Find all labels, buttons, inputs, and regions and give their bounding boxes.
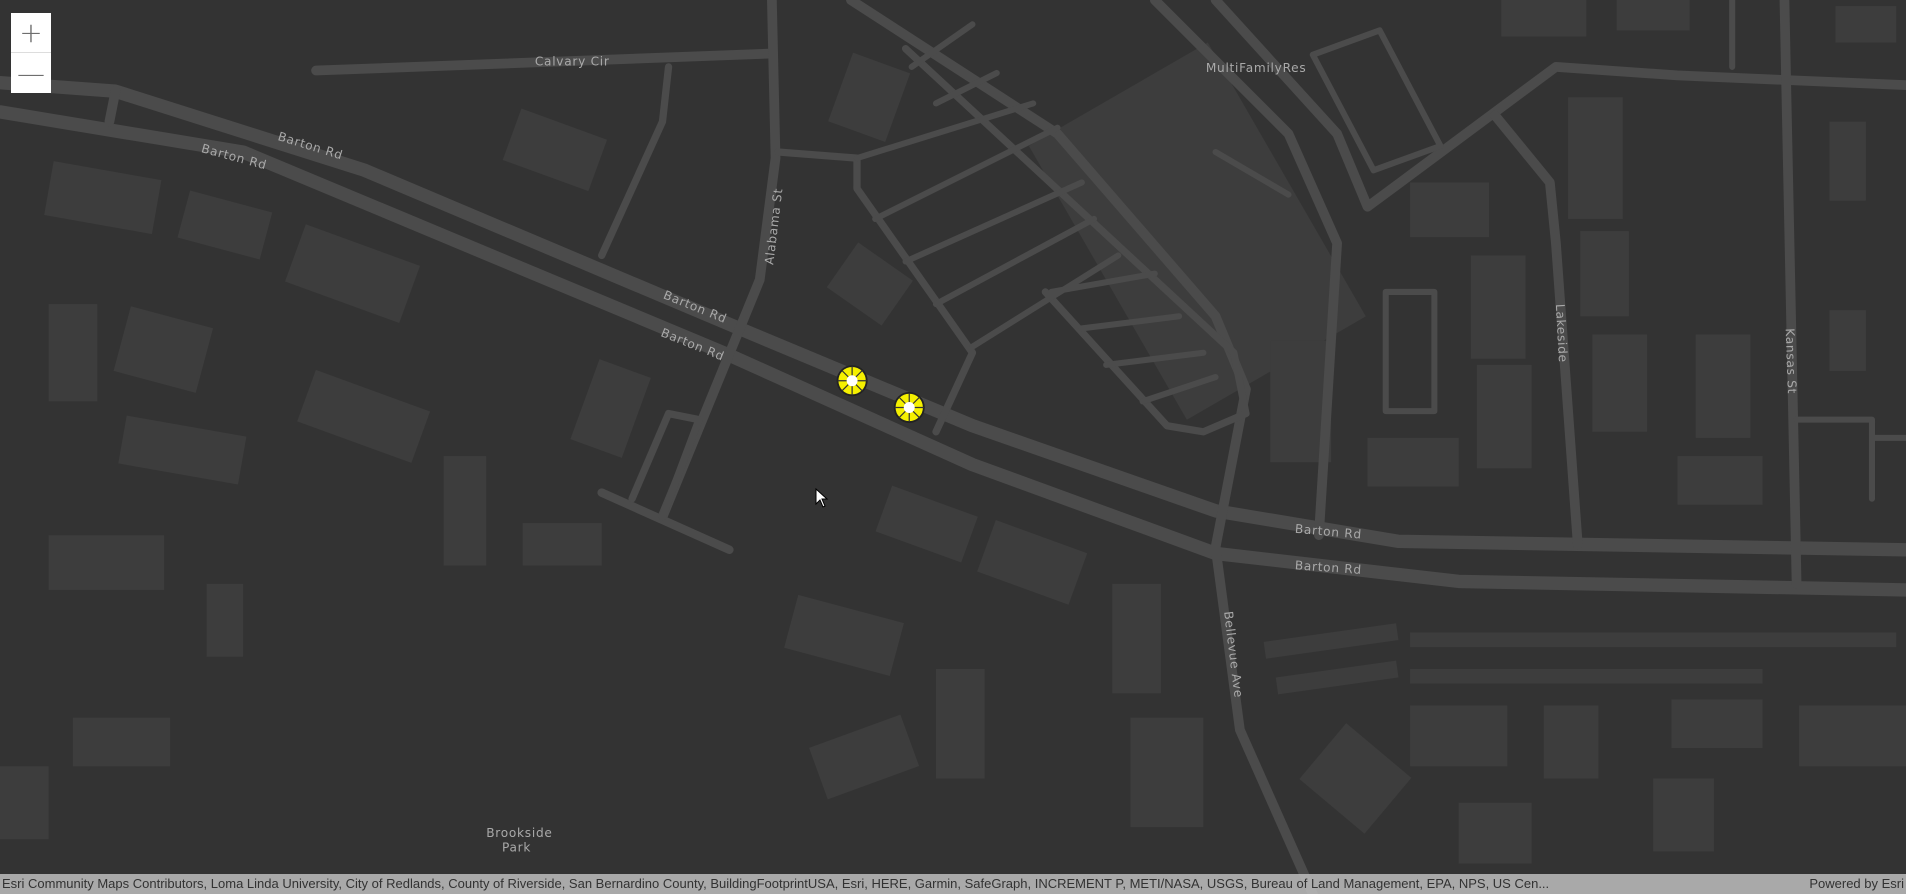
zoom-out-button[interactable]: — — [11, 53, 51, 93]
label-brookside-park: Park — [502, 840, 531, 854]
attribution-sources[interactable]: Esri Community Maps Contributors, Loma L… — [0, 874, 1551, 894]
mouse-cursor-icon — [815, 488, 829, 508]
attribution-bar: Esri Community Maps Contributors, Loma L… — [0, 874, 1906, 894]
label-calvary-cir: Calvary Cir — [535, 55, 610, 69]
map-view[interactable]: Calvary Cir Barton Rd Barton Rd Barton R… — [0, 0, 1906, 894]
point-marker[interactable] — [836, 365, 868, 397]
label-kansas-st: Kansas St — [1783, 328, 1799, 394]
label-brookside-park: Brookside — [486, 826, 552, 840]
powered-by-esri[interactable]: Powered by Esri — [1807, 874, 1906, 894]
point-marker[interactable] — [893, 391, 925, 423]
zoom-in-button[interactable]: + — [11, 13, 51, 53]
label-multifamilyres: MultiFamilyRes — [1206, 61, 1307, 75]
label-lakeside: Lakeside — [1553, 304, 1570, 364]
